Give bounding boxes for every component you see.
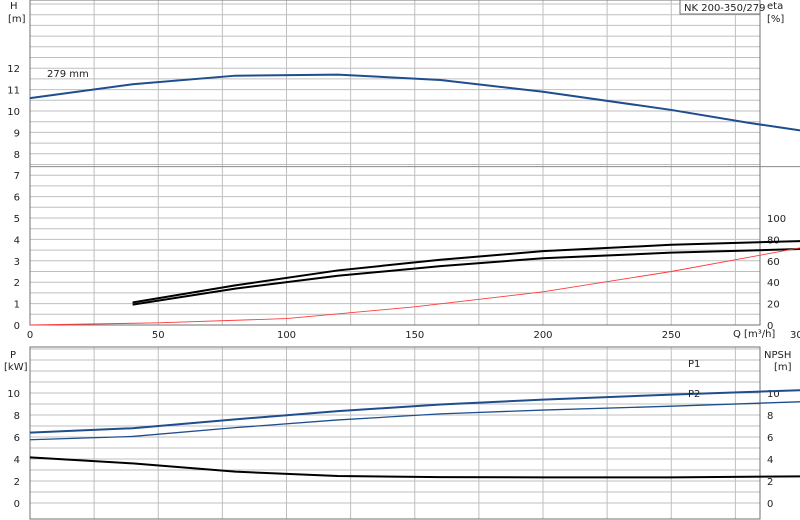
- power-axis-title: P: [10, 350, 16, 361]
- eta-tick-label: 60: [767, 257, 780, 268]
- head-tick-label: 2: [14, 278, 20, 289]
- head-tick-label: 1: [14, 300, 20, 311]
- npsh-tick-label: 8: [767, 411, 773, 422]
- eta-axis-unit: [%]: [767, 14, 784, 25]
- head-tick-label: 3: [14, 257, 20, 268]
- npsh-tick-label: 4: [767, 455, 773, 466]
- power-tick-label: 4: [14, 455, 20, 466]
- head-plot-frame: [29, 0, 761, 326]
- head-axis-title: H: [10, 1, 18, 12]
- flow-tick-label: 150: [405, 330, 424, 341]
- power-npsh-panel: 02468100246810 P [kW] NPSH [m] P1 P2: [4, 346, 800, 520]
- npsh-axis-title: NPSH: [764, 350, 791, 361]
- power-tick-label: 8: [14, 411, 20, 422]
- head-tick-label: 5: [14, 214, 20, 225]
- pump-model-label: NK 200-350/279: [684, 3, 765, 14]
- head-efficiency-panel: 0501001502002503003504004505000123456789…: [7, 0, 800, 341]
- head-tick-label: 0: [14, 321, 20, 332]
- power-plot-frame: [29, 346, 761, 520]
- eta-tick-label: 40: [767, 278, 780, 289]
- efficiency-curve: [132, 248, 800, 306]
- npsh-tick-label: 2: [767, 477, 773, 488]
- flow-tick-label: 100: [277, 330, 296, 341]
- pump-performance-chart: 0501001502002503003504004505000123456789…: [4, 0, 800, 520]
- npsh-axis-unit: [m]: [774, 362, 792, 373]
- p1-series-label: P1: [688, 359, 700, 370]
- flow-tick-label: 200: [533, 330, 552, 341]
- flow-axis-label: Q [m³/h]: [733, 329, 775, 340]
- power-grid: [29, 347, 760, 519]
- head-tick-label: 7: [14, 171, 20, 182]
- head-axis-unit: [m]: [8, 14, 26, 25]
- power-tick-label: 2: [14, 477, 20, 488]
- head-tick-label: 11: [7, 86, 20, 97]
- eta-tick-label: 100: [767, 214, 786, 225]
- npsh-tick-label: 6: [767, 433, 773, 444]
- flow-tick-label: 0: [27, 330, 33, 341]
- flow-tick-label: 300: [790, 330, 800, 341]
- head-tick-label: 10: [7, 107, 20, 118]
- p2-series-label: P2: [688, 389, 700, 400]
- head-tick-labels: 0501001502002503003504004505000123456789…: [7, 64, 800, 341]
- head-tick-label: 4: [14, 235, 20, 246]
- eta-tick-label: 20: [767, 300, 780, 311]
- head-tick-label: 6: [14, 193, 20, 204]
- head-tick-label: 12: [7, 64, 20, 75]
- head-tick-label: 8: [14, 150, 20, 161]
- npsh-tick-label: 0: [767, 499, 773, 510]
- head-tick-label: 9: [14, 128, 20, 139]
- head-grid: [29, 0, 760, 326]
- power-tick-label: 0: [14, 499, 20, 510]
- impeller-diameter-label: 279 mm: [47, 69, 89, 80]
- power-tick-label: 6: [14, 433, 20, 444]
- flow-tick-label: 50: [152, 330, 165, 341]
- power-axis-unit: [kW]: [4, 362, 28, 373]
- eta-axis-title: eta: [767, 1, 783, 12]
- flow-tick-label: 250: [662, 330, 681, 341]
- power-tick-label: 10: [7, 389, 20, 400]
